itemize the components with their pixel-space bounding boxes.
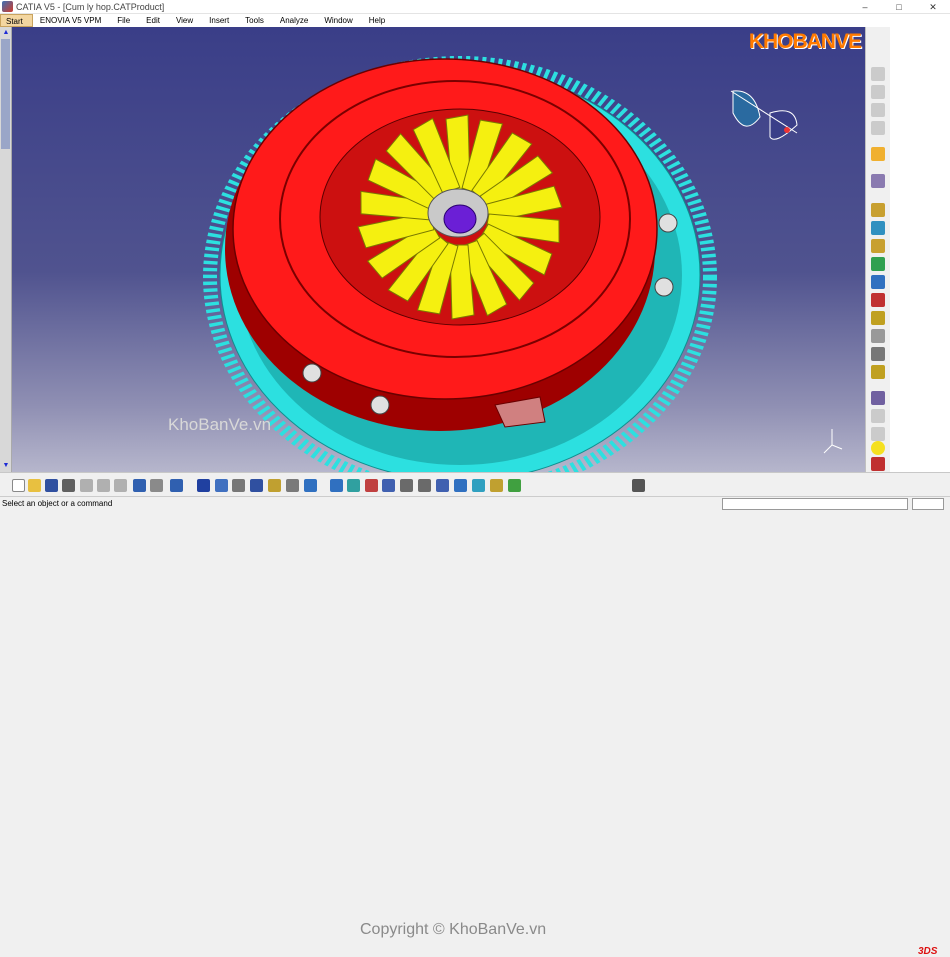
product-icon-3[interactable] bbox=[871, 103, 885, 117]
redo-icon[interactable] bbox=[150, 479, 163, 492]
constraint-icon-6[interactable] bbox=[871, 365, 885, 379]
bolt-4 bbox=[370, 395, 390, 415]
assembly-icon-1[interactable] bbox=[871, 203, 885, 217]
snap-icon[interactable] bbox=[871, 174, 885, 188]
comment-icon[interactable] bbox=[215, 479, 228, 492]
print-icon[interactable] bbox=[62, 479, 75, 492]
assembly-icon-4[interactable] bbox=[871, 257, 885, 271]
product-icon-2[interactable] bbox=[871, 85, 885, 99]
menu-view[interactable]: View bbox=[169, 14, 202, 27]
menu-bar: Start ENOVIA V5 VPM File Edit View Inser… bbox=[0, 14, 950, 27]
bug-icon[interactable] bbox=[871, 457, 885, 471]
title-bar: CATIA V5 - [Cum ly hop.CATProduct] – □ ✕ bbox=[0, 0, 950, 14]
compass-icon bbox=[730, 90, 798, 140]
close-button[interactable]: ✕ bbox=[916, 0, 950, 14]
product-icon-4[interactable] bbox=[871, 121, 885, 135]
status-message: Select an object or a command bbox=[2, 499, 113, 508]
menu-edit[interactable]: Edit bbox=[139, 14, 169, 27]
bolt-2 bbox=[654, 277, 674, 297]
normal-view-icon[interactable] bbox=[436, 479, 449, 492]
menu-help[interactable]: Help bbox=[362, 14, 394, 27]
save-icon[interactable] bbox=[45, 479, 58, 492]
analysis-icon-2[interactable] bbox=[871, 409, 885, 423]
product-icon-1[interactable] bbox=[871, 67, 885, 81]
bottom-toolbar: Copyright © KhoBanVe.vn 3DS bbox=[0, 472, 950, 957]
undo-icon[interactable] bbox=[133, 479, 146, 492]
constraint-icon-3[interactable] bbox=[871, 311, 885, 325]
command-input[interactable] bbox=[722, 498, 908, 510]
watermark-site: KhoBanVe.vn bbox=[168, 415, 272, 434]
rotate-icon[interactable] bbox=[382, 479, 395, 492]
constraint-icon-1[interactable] bbox=[871, 275, 885, 289]
status-bar: Select an object or a command bbox=[0, 496, 950, 510]
dassault-logo: 3DS bbox=[918, 946, 938, 957]
watermark-copyright: Copyright © KhoBanVe.vn bbox=[360, 921, 547, 938]
menu-tools[interactable]: Tools bbox=[238, 14, 273, 27]
window-title: CATIA V5 - [Cum ly hop.CATProduct] bbox=[16, 1, 165, 12]
cut-icon[interactable] bbox=[80, 479, 93, 492]
table-icon[interactable] bbox=[250, 479, 263, 492]
constraint-icon-5[interactable] bbox=[871, 347, 885, 361]
constraint-icon-4[interactable] bbox=[871, 329, 885, 343]
help-icon[interactable] bbox=[170, 479, 183, 492]
menu-insert[interactable]: Insert bbox=[202, 14, 238, 27]
formula-icon[interactable] bbox=[197, 479, 210, 492]
zoom-in-icon[interactable] bbox=[400, 479, 413, 492]
window-controls: – □ ✕ bbox=[848, 0, 950, 14]
fly-icon[interactable] bbox=[330, 479, 343, 492]
right-toolbar bbox=[865, 27, 890, 472]
bulb-icon[interactable] bbox=[871, 441, 885, 455]
menu-enovia[interactable]: ENOVIA V5 VPM bbox=[33, 14, 110, 27]
bolt-1 bbox=[658, 213, 678, 233]
open-icon[interactable] bbox=[28, 479, 41, 492]
menu-file[interactable]: File bbox=[110, 14, 139, 27]
bolt-3 bbox=[302, 363, 322, 383]
fit-all-icon[interactable] bbox=[347, 479, 360, 492]
assembly-icon-3[interactable] bbox=[871, 239, 885, 253]
paste-icon[interactable] bbox=[114, 479, 127, 492]
new-icon[interactable] bbox=[12, 479, 25, 492]
command-button[interactable] bbox=[912, 498, 944, 510]
axis-triad-icon bbox=[823, 429, 843, 454]
splined-hub bbox=[443, 204, 477, 234]
render-icon[interactable] bbox=[472, 479, 485, 492]
catalog-icon[interactable] bbox=[268, 479, 281, 492]
menu-window[interactable]: Window bbox=[317, 14, 361, 27]
constraint-icon-2[interactable] bbox=[871, 293, 885, 307]
iso-view-icon[interactable] bbox=[454, 479, 467, 492]
khobanve-logo: KHOBANVE bbox=[748, 30, 862, 53]
pan-icon[interactable] bbox=[365, 479, 378, 492]
assembly-icon-2[interactable] bbox=[871, 221, 885, 235]
analysis-icon-3[interactable] bbox=[871, 427, 885, 441]
select-arrow-icon[interactable] bbox=[871, 147, 885, 161]
menu-analyze[interactable]: Analyze bbox=[273, 14, 317, 27]
copy-icon[interactable] bbox=[97, 479, 110, 492]
3d-viewport[interactable]: ▲ ▼ KHOBANVE KhoBanVe.vn bbox=[0, 27, 865, 472]
right-pane bbox=[890, 27, 950, 472]
catia-app-icon bbox=[2, 1, 13, 12]
zoom-out-icon[interactable] bbox=[418, 479, 431, 492]
menu-start[interactable]: Start bbox=[0, 14, 33, 27]
maximize-button[interactable]: □ bbox=[882, 0, 916, 14]
swap-icon[interactable] bbox=[508, 479, 521, 492]
tools-icon[interactable] bbox=[304, 479, 317, 492]
camera-icon[interactable] bbox=[632, 479, 645, 492]
hide-icon[interactable] bbox=[490, 479, 503, 492]
measure-icon[interactable] bbox=[286, 479, 299, 492]
grid-icon[interactable] bbox=[232, 479, 245, 492]
clutch-assembly-model[interactable] bbox=[0, 27, 865, 472]
minimize-button[interactable]: – bbox=[848, 0, 882, 14]
analysis-icon-1[interactable] bbox=[871, 391, 885, 405]
